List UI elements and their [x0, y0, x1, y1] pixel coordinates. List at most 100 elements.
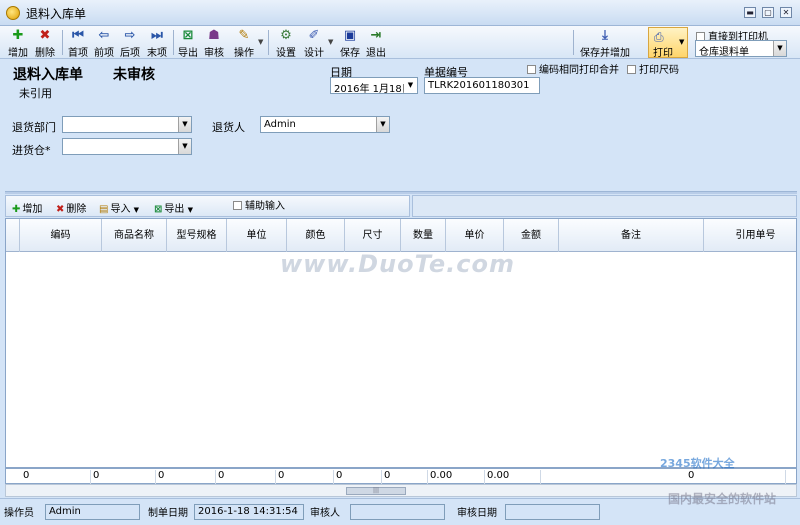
- column-header[interactable]: 引用单号: [704, 219, 800, 252]
- print-dropdown-arrow[interactable]: ▼: [679, 38, 684, 46]
- audit-date-label: 审核日期: [457, 508, 497, 519]
- operator-label: 操作员: [4, 508, 34, 519]
- toolbar-separator: [268, 30, 269, 55]
- doc-number-field[interactable]: TLRK201601180301: [424, 77, 540, 94]
- column-header[interactable]: 颜色: [287, 219, 345, 252]
- toolbar-button-7[interactable]: ⊠ 导出: [176, 28, 200, 59]
- toolbar-button-10[interactable]: ⚙ 设置: [274, 28, 298, 59]
- operator-field: Admin: [45, 504, 140, 520]
- column-header[interactable]: 尺寸: [345, 219, 401, 252]
- row-indicator-header: [6, 219, 20, 252]
- maximize-button[interactable]: ▢: [762, 7, 774, 18]
- checkbox-box[interactable]: [233, 201, 242, 210]
- section-divider: [5, 191, 797, 194]
- toolbar-button-13[interactable]: ⇥ 退出: [364, 28, 388, 59]
- grid-add-button[interactable]: ✚ 增加: [12, 200, 42, 215]
- toolbar-button-2[interactable]: ✖ 删除: [33, 28, 57, 59]
- column-header[interactable]: 单位: [227, 219, 287, 252]
- minimize-button[interactable]: ▬: [744, 7, 756, 18]
- grid-header: 编码 商品名称 型号规格 单位 颜色 尺寸 数量 单价 金额 备注 引用单号: [6, 219, 796, 252]
- grid-delete-button[interactable]: ✖ 删除: [56, 200, 86, 215]
- toolbar-button-11[interactable]: ✐ 设计: [302, 28, 326, 59]
- assist-input-checkbox[interactable]: 辅助输入: [233, 197, 285, 212]
- import-icon: ▤: [99, 204, 109, 215]
- next-icon: ⇨: [124, 28, 136, 43]
- toolbar-button-5[interactable]: ⇨ 后项: [118, 28, 142, 59]
- total-cell: 0: [91, 470, 156, 484]
- total-cell: 0.00: [428, 470, 485, 484]
- audit-icon: ☗: [208, 28, 220, 43]
- checkbox-box[interactable]: [627, 65, 636, 74]
- operate-icon: ✎: [238, 28, 250, 43]
- dept-label: 退货部门: [12, 121, 56, 134]
- toolbar-button-8[interactable]: ☗ 审核: [202, 28, 226, 59]
- settings-icon: ⚙: [280, 28, 292, 43]
- chevron-down-icon[interactable]: ▼: [404, 78, 417, 93]
- merge-print-checkbox[interactable]: 编码相同打印合并: [527, 61, 619, 76]
- total-cell: 0: [216, 470, 276, 484]
- column-header[interactable]: 型号规格: [167, 219, 227, 252]
- document-header: 退料入库单 未审核 未引用 日期 2016年 1月18日 ▼ 单据编号 TLRK…: [5, 60, 797, 190]
- toolbar-button-3[interactable]: ⏮ 首项: [66, 28, 90, 59]
- total-cell: 0: [276, 470, 334, 484]
- grid-export-button[interactable]: ⊠ 导出 ▼: [154, 200, 193, 215]
- toolbar-separator: [173, 30, 174, 55]
- warehouse-select[interactable]: ▼: [62, 138, 192, 155]
- column-header[interactable]: 编码: [20, 219, 102, 252]
- export-icon: ⊠: [182, 28, 194, 43]
- toolbar-button-4[interactable]: ⇦ 前项: [92, 28, 116, 59]
- create-date-field: 2016-1-18 14:31:54: [194, 504, 304, 520]
- design-dropdown-arrow[interactable]: ▼: [328, 38, 333, 46]
- toolbar-button-6[interactable]: ⏭ 末项: [145, 28, 169, 59]
- total-cell: 0: [382, 470, 428, 484]
- column-header[interactable]: 商品名称: [102, 219, 167, 252]
- watermark: www.DuoTe.com: [280, 250, 515, 278]
- toolbar-button-12[interactable]: ▣ 保存: [338, 28, 362, 59]
- delete-icon: ✖: [56, 204, 65, 215]
- chevron-down-icon[interactable]: ▼: [188, 206, 193, 214]
- app-icon: [6, 6, 20, 20]
- chevron-down-icon[interactable]: ▼: [178, 139, 191, 154]
- export-icon: ⊠: [154, 204, 163, 215]
- auditor-field: [350, 504, 445, 520]
- person-select[interactable]: Admin ▼: [260, 116, 390, 133]
- toolbar-separator: [62, 30, 63, 55]
- window-title: 退料入库单: [26, 7, 87, 21]
- total-cell: 0: [686, 470, 786, 484]
- chevron-down-icon[interactable]: ▼: [134, 206, 139, 214]
- total-cell: 0.00: [485, 470, 541, 484]
- auditor-label: 审核人: [310, 508, 340, 519]
- close-button[interactable]: ✕: [780, 7, 792, 18]
- plus-icon: ✚: [12, 204, 21, 215]
- create-date-label: 制单日期: [148, 508, 188, 519]
- title-bar: 退料入库单 ▬ ▢ ✕: [0, 0, 800, 26]
- save-add-icon: ⤓: [602, 28, 608, 43]
- reference-status: 未引用: [19, 87, 52, 100]
- chevron-down-icon[interactable]: ▼: [773, 41, 786, 56]
- total-cell: 0: [21, 470, 91, 484]
- date-picker[interactable]: 2016年 1月18日 ▼: [330, 77, 418, 95]
- grid-import-button[interactable]: ▤ 导入 ▼: [99, 200, 139, 215]
- chevron-down-icon[interactable]: ▼: [178, 117, 191, 132]
- toolbar-separator: [573, 30, 574, 55]
- save-and-add-button[interactable]: ⤓ 保存并增加: [576, 28, 634, 59]
- operate-dropdown-arrow[interactable]: ▼: [258, 38, 263, 46]
- toolbar-button-1[interactable]: ✚ 增加: [6, 28, 30, 59]
- plus-icon: ✚: [12, 28, 24, 43]
- column-header[interactable]: 备注: [559, 219, 704, 252]
- column-header[interactable]: 金额: [504, 219, 559, 252]
- first-icon: ⏮: [72, 28, 84, 43]
- column-header[interactable]: 数量: [401, 219, 446, 252]
- chevron-down-icon[interactable]: ▼: [376, 117, 389, 132]
- print-size-checkbox[interactable]: 打印尺码: [627, 61, 679, 76]
- checkbox-box[interactable]: [527, 65, 536, 74]
- toolbar-button-9[interactable]: ✎ 操作: [232, 28, 256, 59]
- exit-icon: ⇥: [370, 28, 382, 43]
- print-template-select[interactable]: 仓库退料单 ▼: [695, 40, 787, 58]
- dept-select[interactable]: ▼: [62, 116, 192, 133]
- scrollbar-thumb[interactable]: |||: [346, 487, 406, 495]
- column-header[interactable]: 单价: [446, 219, 504, 252]
- print-button[interactable]: ⎙ 打印 ▼: [648, 27, 688, 59]
- brand-slogan: 国内最安全的软件站: [668, 492, 777, 506]
- save-icon: ▣: [343, 28, 357, 43]
